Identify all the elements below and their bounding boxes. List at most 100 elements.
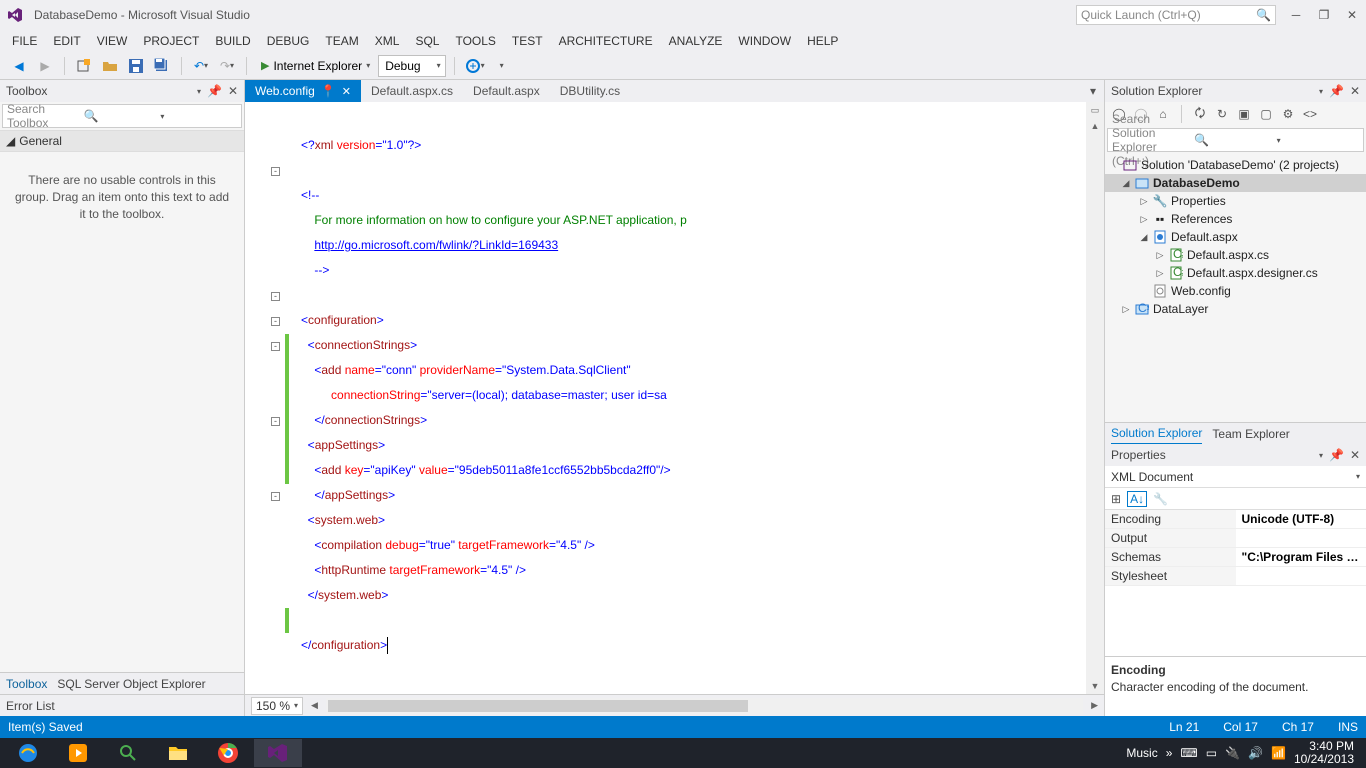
config-dropdown[interactable]: Debug▾ [378,55,445,77]
scroll-left-icon[interactable]: ◀ [311,700,318,711]
scroll-right-icon[interactable]: ▶ [1091,700,1098,711]
menu-build[interactable]: BUILD [215,34,250,48]
maximize-button[interactable]: ❐ [1316,8,1332,22]
save-button[interactable] [125,55,147,77]
menu-sql[interactable]: SQL [415,34,439,48]
tree-solution-root[interactable]: Solution 'DatabaseDemo' (2 projects) [1105,156,1366,174]
menu-team[interactable]: TEAM [325,34,358,48]
tray-keyboard-icon[interactable]: ⌨ [1180,746,1197,760]
code-content[interactable]: <?xml version="1.0"?> <!-- For more info… [301,108,1082,683]
menu-architecture[interactable]: ARCHITECTURE [559,34,653,48]
panel-options-icon[interactable]: ▾ [1319,451,1323,460]
show-all-icon[interactable]: ▢ [1258,106,1274,122]
tree-default-aspx[interactable]: ◢Default.aspx [1105,228,1366,246]
properties-grid[interactable]: EncodingUnicode (UTF-8) Output Schemas"C… [1105,510,1366,586]
system-tray[interactable]: Music » ⌨ ▭ 🔌 🔊 📶 3:40 PM 10/24/2013 [1126,740,1362,766]
menu-help[interactable]: HELP [807,34,838,48]
close-icon[interactable]: ✕ [342,85,351,98]
tray-more-icon[interactable]: » [1166,746,1173,760]
pin-icon[interactable]: 📌 [207,84,222,98]
refresh-icon[interactable]: ↻ [1214,106,1230,122]
split-icon[interactable]: ▭ [1086,102,1104,118]
browser-link-button[interactable]: ▾ [463,55,487,77]
tree-properties[interactable]: ▷🔧Properties [1105,192,1366,210]
tree-default-designer-cs[interactable]: ▷C#Default.aspx.designer.cs [1105,264,1366,282]
menu-project[interactable]: PROJECT [143,34,199,48]
menu-debug[interactable]: DEBUG [267,34,310,48]
menu-xml[interactable]: XML [375,34,400,48]
start-debug-button[interactable]: ▶Internet Explorer▾ [255,55,374,77]
property-pages-icon[interactable]: 🔧 [1153,492,1168,506]
categorized-icon[interactable]: ⊞ [1111,492,1121,506]
close-button[interactable]: ✕ [1344,8,1360,22]
tree-project-databasedemo[interactable]: ◢DatabaseDemo [1105,174,1366,192]
tab-team-explorer[interactable]: Team Explorer [1212,427,1289,441]
tray-action-icon[interactable]: ▭ [1206,746,1217,760]
tray-network-icon[interactable]: 📶 [1271,746,1286,760]
panel-options-icon[interactable]: ▾ [1319,87,1323,96]
pin-icon[interactable]: 📌 [1329,84,1344,98]
taskbar-ie-icon[interactable] [4,739,52,767]
tabs-dropdown-icon[interactable]: ▾ [1082,84,1104,98]
quick-launch-input[interactable]: Quick Launch (Ctrl+Q) 🔍 [1076,5,1276,25]
minimize-button[interactable]: ─ [1288,8,1304,22]
taskbar-chrome-icon[interactable] [204,739,252,767]
tree-default-aspx-cs[interactable]: ▷C#Default.aspx.cs [1105,246,1366,264]
close-icon[interactable]: ✕ [1350,84,1360,98]
tab-web-config[interactable]: Web.config📍✕ [245,80,361,102]
taskbar-visualstudio-icon[interactable] [254,739,302,767]
tab-toolbox[interactable]: Toolbox [6,677,47,691]
pin-icon[interactable]: 📍 [321,84,336,98]
sync-icon[interactable]: 🗘 [1192,106,1208,122]
search-icon[interactable]: 🔍 [1256,8,1271,22]
new-project-button[interactable] [73,55,95,77]
taskbar-explorer-icon[interactable] [154,739,202,767]
menu-edit[interactable]: EDIT [53,34,80,48]
back-button[interactable]: ◀ [8,55,30,77]
redo-button[interactable]: ↷ ▾ [216,55,238,77]
taskbar-search-icon[interactable] [104,739,152,767]
properties-icon[interactable]: ⚙ [1280,106,1296,122]
tray-volume-icon[interactable]: 🔊 [1248,746,1263,760]
vertical-scrollbar[interactable]: ▭ ▲ ▼ [1086,102,1104,694]
code-editor[interactable]: - --- - - <?xml version="1.0"?> <!-- For… [245,102,1104,694]
tab-default-aspx[interactable]: Default.aspx [463,80,550,102]
solution-tree[interactable]: Solution 'DatabaseDemo' (2 projects) ◢Da… [1105,154,1366,422]
scroll-up-icon[interactable]: ▲ [1086,118,1104,134]
menu-window[interactable]: WINDOW [738,34,791,48]
preview-icon[interactable]: <> [1302,106,1318,122]
editor-gutter[interactable]: - --- - - [245,108,285,633]
close-icon[interactable]: ✕ [1350,448,1360,462]
tray-clock[interactable]: 3:40 PM 10/24/2013 [1294,740,1354,766]
forward-button[interactable]: ▶ [34,55,56,77]
tray-power-icon[interactable]: 🔌 [1225,746,1240,760]
close-icon[interactable]: ✕ [228,84,238,98]
tree-references[interactable]: ▷▪▪References [1105,210,1366,228]
tab-default-aspx-cs[interactable]: Default.aspx.cs [361,80,463,102]
toolbar-overflow[interactable]: ▾ [491,55,513,77]
tab-error-list[interactable]: Error List [0,694,244,716]
toolbox-group-general[interactable]: ◢ General [0,130,244,152]
menu-view[interactable]: VIEW [97,34,128,48]
tree-project-datalayer[interactable]: ▷C#DataLayer [1105,300,1366,318]
menu-tools[interactable]: TOOLS [455,34,495,48]
undo-button[interactable]: ↶ ▾ [190,55,212,77]
horizontal-scrollbar[interactable] [326,698,1083,714]
tree-web-config[interactable]: Web.config [1105,282,1366,300]
menu-analyze[interactable]: ANALYZE [669,34,723,48]
taskbar-media-icon[interactable] [54,739,102,767]
scroll-down-icon[interactable]: ▼ [1086,678,1104,694]
tab-solution-explorer[interactable]: Solution Explorer [1111,423,1202,445]
toolbox-search-input[interactable]: Search Toolbox 🔍▾ [2,104,242,128]
solution-explorer-search-input[interactable]: Search Solution Explorer (Ctrl+;) 🔍▾ [1107,128,1364,152]
pin-icon[interactable]: 📌 [1329,448,1344,462]
zoom-dropdown[interactable]: 150 %▾ [251,697,303,715]
toolbox-options-icon[interactable]: ▾ [197,87,201,96]
save-all-button[interactable] [151,55,173,77]
menu-test[interactable]: TEST [512,34,543,48]
menu-file[interactable]: FILE [12,34,37,48]
alphabetical-icon[interactable]: A↓ [1127,491,1147,507]
collapse-icon[interactable]: ▣ [1236,106,1252,122]
open-button[interactable] [99,55,121,77]
tab-dbutility-cs[interactable]: DBUtility.cs [550,80,630,102]
